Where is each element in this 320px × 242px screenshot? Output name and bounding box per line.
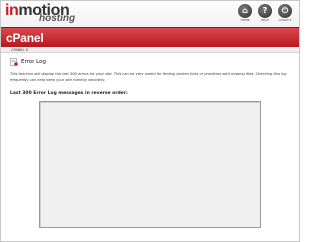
help-button[interactable]: ? help	[257, 4, 273, 26]
header: inmotion hosting ⌂ home ? help ⏻ logout	[1, 1, 299, 27]
home-icon: ⌂	[238, 4, 252, 18]
home-button[interactable]: ⌂ home	[237, 4, 253, 26]
help-icon: ?	[258, 4, 272, 18]
cpanel-page: inmotion hosting ⌂ home ? help ⏻ logout …	[0, 0, 300, 242]
logout-label: logout	[278, 18, 292, 22]
inmotion-hosting-logo[interactable]: inmotion hosting	[5, 3, 115, 25]
error-log-icon	[10, 58, 18, 66]
home-label: home	[240, 18, 250, 22]
page-description: This function will display the last 300 …	[10, 72, 287, 82]
cpanel-title[interactable]: cPanel	[6, 31, 44, 45]
breadcrumb: CPANEL X	[1, 47, 299, 53]
help-label: help	[261, 18, 269, 22]
logo-prefix: in	[5, 2, 19, 19]
log-label: Last 300 Error Log messages in reverse o…	[10, 91, 128, 96]
cpanel-bar: cPanel	[1, 27, 299, 47]
toolbar: ⌂ home ? help ⏻ logout	[237, 4, 293, 26]
logo-subtitle: hosting	[39, 13, 76, 24]
breadcrumb-home-link[interactable]: CPANEL X	[11, 47, 28, 53]
page-title: Error Log	[21, 59, 46, 65]
logout-icon: ⏻	[278, 4, 292, 18]
heading-row: Error Log	[10, 57, 292, 67]
logout-button[interactable]: ⏻ logout	[277, 4, 293, 26]
error-log-textarea[interactable]	[39, 101, 261, 228]
main-content: Error Log This function will display the…	[10, 57, 292, 96]
